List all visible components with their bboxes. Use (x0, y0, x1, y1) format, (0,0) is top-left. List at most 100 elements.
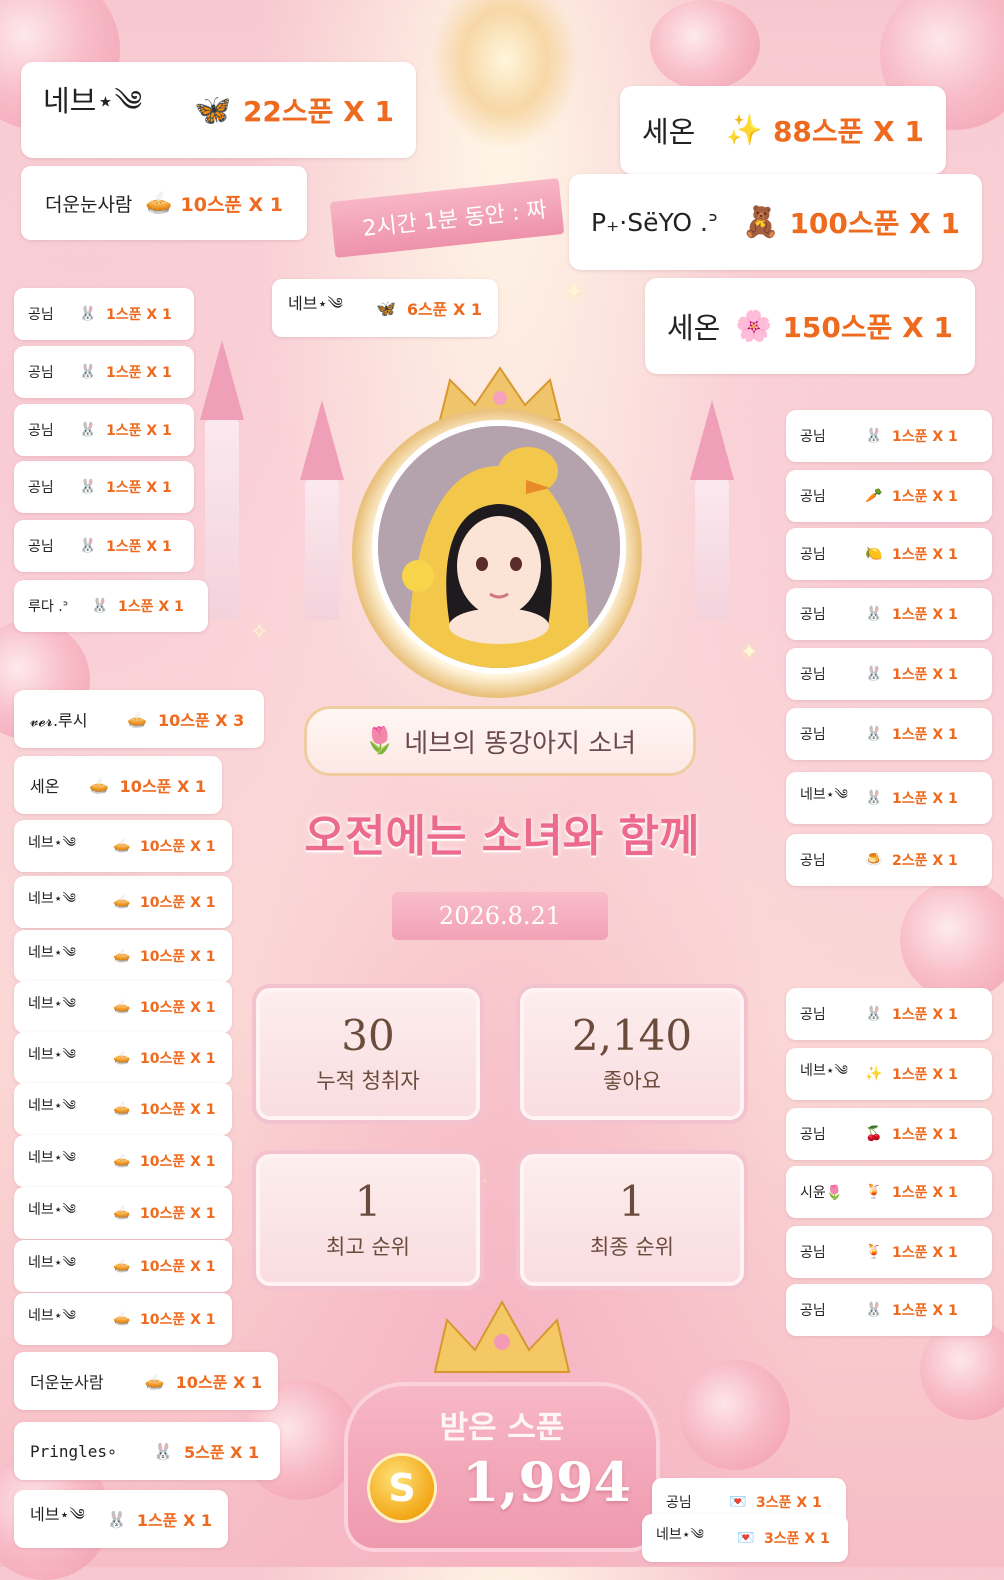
donation-amount: 1스푼 X 1 (892, 607, 958, 623)
donation-card: 네브⋆༄ 🦋 6스푼 X 1 (272, 279, 498, 337)
donation-amount: 100스푼 X 1 (789, 207, 960, 240)
rose-decoration (900, 880, 1004, 1000)
donation-card: 네브⋆༄ 🦋 22스푼 X 1 (21, 62, 416, 158)
donation-amount: 10스푼 X 1 (140, 1051, 216, 1067)
donor-name: 네브⋆༄ (28, 1255, 76, 1271)
donation-amount: 1스푼 X 1 (106, 365, 172, 381)
donor-name: 네브⋆༄ (800, 1063, 848, 1079)
date-ribbon: 2026.8.21 (392, 892, 608, 940)
gift-icon: 💌 (729, 1494, 747, 1510)
gift-icon: 🥧 (113, 1205, 131, 1221)
gift-icon: 🥧 (113, 894, 131, 910)
gift-icon: 🐰 (865, 666, 883, 682)
donation-amount: 1스푼 X 1 (892, 1007, 958, 1023)
donor-name: 공님 (800, 727, 826, 743)
donation-amount: 22스푼 X 1 (242, 95, 394, 128)
donation-card: 네브⋆༄ 🐰 1스푼 X 1 (786, 772, 992, 824)
chandelier-decoration (430, 0, 580, 150)
gift-icon: 🧸 (742, 204, 780, 240)
donation-card: 𝓿𝓮𝓻.루시 🥧 10스푼 X 3 (14, 690, 264, 748)
gift-icon: 🥧 (113, 1311, 131, 1327)
stat-value: 2,140 (571, 1010, 693, 1060)
donation-card: 네브⋆༄ 🥧 10스푼 X 1 (14, 1135, 232, 1187)
donor-name: 공님 (28, 307, 54, 323)
gift-icon: 🥧 (113, 999, 131, 1015)
gift-icon: 🐰 (106, 1509, 127, 1529)
donation-amount: 10스푼 X 1 (140, 1206, 216, 1222)
donor-name: 네브⋆༄ (28, 891, 76, 907)
donation-card: 공님 🐰 1스푼 X 1 (786, 1284, 992, 1336)
donation-card: 공님 🍹 1스푼 X 1 (786, 1226, 992, 1278)
donation-amount: 1스푼 X 1 (892, 727, 958, 743)
donor-name: 공님 (800, 853, 826, 869)
donor-name: 네브⋆༄ (656, 1527, 704, 1543)
donor-name: 네브⋆༄ (28, 945, 76, 961)
donor-name: 공님 (800, 607, 826, 623)
donation-card: 더운눈사람 🥧 10스푼 X 1 (14, 1352, 278, 1410)
donation-amount: 1스푼 X 1 (106, 539, 172, 555)
gift-icon: 🐰 (79, 422, 97, 438)
donation-amount: 10스푼 X 1 (140, 1000, 216, 1016)
donation-card: 시윤🌷 🍹 1스푼 X 1 (786, 1166, 992, 1218)
donation-amount: 10스푼 X 1 (140, 1312, 216, 1328)
donation-card: 공님 🥕 1스푼 X 1 (786, 470, 992, 522)
gift-icon: 🥧 (89, 775, 109, 795)
gift-icon: 🐰 (865, 1302, 883, 1318)
donation-card: 더운눈사람 🥧 10스푼 X 1 (21, 166, 307, 240)
gift-icon: 🥧 (127, 709, 147, 729)
gift-icon: 🍹 (865, 1184, 883, 1200)
donation-amount: 1스푼 X 1 (118, 599, 184, 615)
donation-amount: 10스푼 X 1 (175, 1373, 262, 1392)
donation-card: 공님 🍒 1스푼 X 1 (786, 1108, 992, 1160)
donation-card: 네브⋆༄ 🥧 10스푼 X 1 (14, 1187, 232, 1239)
gift-icon: ✨ (865, 1066, 883, 1082)
stat-likes: 2,140 좋아요 (516, 984, 748, 1124)
stat-label: 최고 순위 (326, 1235, 410, 1260)
donation-card: 루다 .ᐣ 🐰 1스푼 X 1 (14, 580, 208, 632)
timer-text: 2시간 1분 동안 : 짜 (361, 197, 548, 242)
donor-name: 루다 .ᐣ (28, 599, 69, 615)
gift-icon: 🦋 (376, 298, 397, 318)
donation-amount: 1스푼 X 1 (892, 791, 958, 807)
donation-amount: 88스푼 X 1 (772, 115, 924, 148)
gift-icon: 🥧 (113, 948, 131, 964)
donation-amount: 1스푼 X 1 (136, 1511, 212, 1530)
donation-amount: 1스푼 X 1 (106, 480, 172, 496)
avatar-illustration (378, 426, 620, 668)
stat-listeners: 30 누적 청취자 (252, 984, 484, 1124)
headline-title: 오전에는 소녀와 함께 (304, 811, 700, 862)
stat-label: 누적 청취자 (316, 1069, 420, 1094)
gift-icon: 🐰 (79, 538, 97, 554)
donation-card: 네브⋆༄ 🥧 10스푼 X 1 (14, 1240, 232, 1292)
donation-amount: 1스푼 X 1 (892, 1245, 958, 1261)
donor-name: 세온 (667, 311, 721, 345)
donation-amount: 1스푼 X 1 (892, 1303, 958, 1319)
donor-name: 공님 (800, 1303, 826, 1319)
donation-amount: 1스푼 X 1 (892, 1127, 958, 1143)
stat-value: 1 (354, 1176, 382, 1226)
donation-card: 네브⋆༄ ✨ 1스푼 X 1 (786, 1048, 992, 1100)
donor-name: 공님 (800, 547, 826, 563)
gift-icon: 🥕 (865, 488, 883, 504)
donor-name: 공님 (800, 1007, 826, 1023)
gift-icon: 🍮 (865, 852, 883, 868)
spoon-coin-icon: S (370, 1456, 434, 1520)
donation-amount: 2스푼 X 1 (892, 853, 958, 869)
date-text: 2026.8.21 (438, 902, 562, 930)
donation-card: 네브⋆༄ 🥧 10스푼 X 1 (14, 1293, 232, 1345)
gift-icon: 🦋 (194, 92, 232, 128)
donation-amount: 10스푼 X 3 (158, 711, 245, 730)
gift-icon: 🐰 (865, 1006, 883, 1022)
donation-amount: 1스푼 X 1 (892, 1185, 958, 1201)
donor-name: 공님 (28, 539, 54, 555)
donor-name: 네브⋆༄ (288, 293, 343, 313)
donation-card: 네브⋆༄ 🥧 10스푼 X 1 (14, 1032, 232, 1084)
donation-card: 네브⋆༄ 🐰 1스푼 X 1 (14, 1490, 228, 1548)
gift-icon: 🐰 (79, 364, 97, 380)
gift-icon: 🥧 (144, 1371, 165, 1391)
gift-icon: 🥧 (113, 838, 131, 854)
rose-decoration (680, 1360, 790, 1470)
gift-icon: 🐰 (79, 306, 97, 322)
gift-icon: 🐰 (865, 726, 883, 742)
gift-icon: 🍋 (865, 546, 883, 562)
